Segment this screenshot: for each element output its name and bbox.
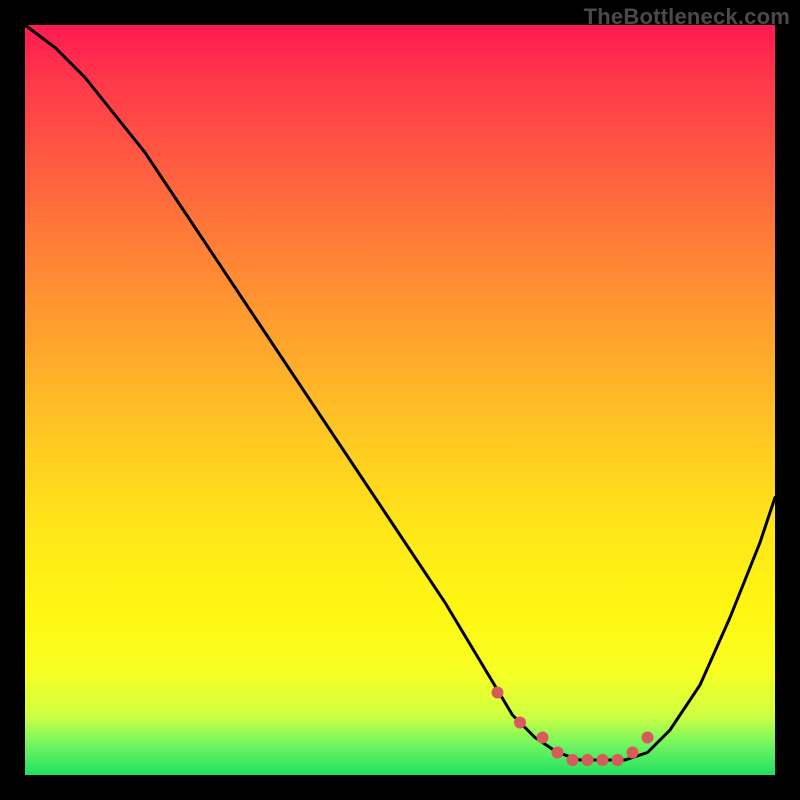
sweet-spot-dot [642, 732, 654, 744]
sweet-spot-dot [627, 747, 639, 759]
sweet-spot-dot [597, 754, 609, 766]
gradient-plot-area [25, 25, 775, 775]
curve-svg [25, 25, 775, 775]
sweet-spot-dot [552, 747, 564, 759]
bottleneck-sweet-spot-dots [492, 687, 654, 767]
bottleneck-curve [25, 25, 775, 760]
sweet-spot-dot [567, 754, 579, 766]
sweet-spot-dot [514, 717, 526, 729]
sweet-spot-dot [492, 687, 504, 699]
sweet-spot-dot [582, 754, 594, 766]
chart-frame: TheBottleneck.com [0, 0, 800, 800]
sweet-spot-dot [537, 732, 549, 744]
sweet-spot-dot [612, 754, 624, 766]
